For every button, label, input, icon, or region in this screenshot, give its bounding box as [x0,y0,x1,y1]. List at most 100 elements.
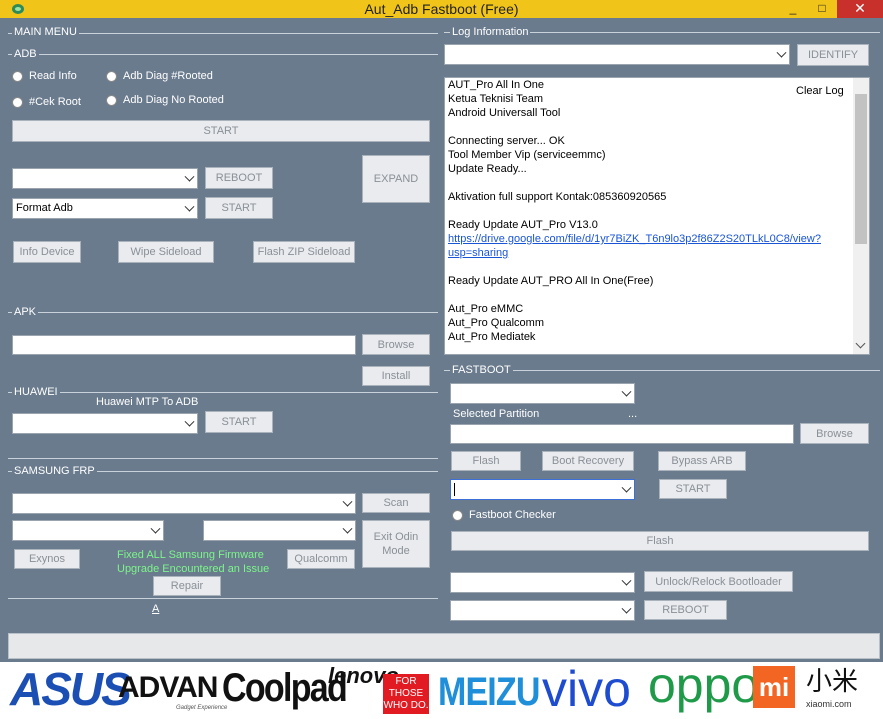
log-line: Update Ready... [448,163,527,175]
mi-logo: mi [753,666,795,708]
adb-format-select[interactable]: Format Adb [12,198,198,219]
fastboot-command-select[interactable] [450,479,635,500]
samsung-mode-select[interactable] [203,520,356,541]
exynos-button[interactable]: Exynos [14,549,80,569]
fastboot-reboot-button[interactable]: REBOOT [644,600,727,620]
window-title: Aut_Adb Fastboot (Free) [364,1,519,17]
minimize-button[interactable]: _ [780,0,806,18]
fastboot-flash-button[interactable]: Flash [451,451,521,471]
log-label: Log Information [450,26,531,38]
advan-tagline: Gadget Experience [176,705,228,711]
qualcomm-button[interactable]: Qualcomm [287,549,355,569]
partition-select[interactable] [450,383,635,404]
log-line: Ready Update AUT_PRO All In One(Free) [448,275,654,287]
chevron-down-icon [621,603,632,614]
fastboot-label: FASTBOOT [450,364,513,376]
log-text-area[interactable]: AUT_Pro All In One Ketua Teknisi Team And… [444,77,870,355]
adb-command-select[interactable] [12,168,198,189]
radio-dot[interactable] [12,70,23,82]
chevron-down-icon [184,416,195,427]
adb-start2-button[interactable]: START [205,197,273,219]
samsung-note-2: Upgrade Encountered an Issue [117,563,270,575]
radio-dot[interactable] [106,70,117,82]
huawei-bottom-line [8,458,438,459]
log-line: Android Universall Tool [448,107,561,119]
apk-path-input[interactable] [12,335,356,355]
wipe-sideload-button[interactable]: Wipe Sideload [118,241,214,263]
radio-adb-diag-no-rooted[interactable]: Adb Diag No Rooted [106,94,224,106]
radio-dot[interactable] [452,509,463,521]
chevron-down-icon [342,523,353,534]
scroll-down-icon[interactable] [855,338,866,349]
exit-odin-mode-button[interactable]: Exit Odin Mode [362,520,430,568]
samsung-note-1: Fixed ALL Samsung Firmware [117,549,264,561]
radio-cek-root[interactable]: #Cek Root [12,96,81,108]
repair-button[interactable]: Repair [153,576,221,596]
fastboot-browse-button[interactable]: Browse [800,423,869,444]
info-device-button[interactable]: Info Device [13,241,81,263]
clear-log-button[interactable]: Clear Log [796,85,844,97]
xiaomi-chinese-logo: 小米 [806,666,859,696]
oppo-logo: oppo [648,657,760,713]
huawei-group [8,392,438,393]
advan-logo: ADVAN [118,671,218,704]
radio-fastboot-checker[interactable]: Fastboot Checker [452,509,556,521]
bootloader-select[interactable] [450,572,635,593]
samsung-label: SAMSUNG FRP [12,465,97,477]
apk-label: APK [12,306,39,318]
huawei-subtitle: Huawei MTP To ADB [96,396,199,408]
link-a[interactable]: A [152,603,159,615]
title-bar: Aut_Adb Fastboot (Free) _ □ ✕ [0,0,883,18]
chevron-down-icon [150,523,161,534]
log-line: Ready Update AUT_Pro V13.0 [448,219,598,231]
apk-browse-button[interactable]: Browse [362,334,430,355]
asus-logo: ASUS [10,663,132,715]
fastboot-flash2-button[interactable]: Flash [451,531,869,551]
apk-group [8,312,438,313]
huawei-select[interactable] [12,413,198,434]
vivo-logo: vivo [542,661,631,717]
chevron-down-icon [776,47,787,58]
radio-dot[interactable] [12,96,23,108]
bypass-arb-button[interactable]: Bypass ARB [658,451,746,471]
log-line[interactable]: https://drive.google.com/file/d/1yr7BiZK… [445,232,869,246]
radio-adb-diag-rooted[interactable]: Adb Diag #Rooted [106,70,213,82]
log-line: Aut_Pro eMMC [448,303,524,315]
fastboot-file-input[interactable] [450,424,794,444]
adb-label: ADB [12,48,39,60]
close-button[interactable]: ✕ [837,0,883,18]
adb-reboot-button[interactable]: REBOOT [205,167,273,189]
samsung-model-select[interactable] [12,493,356,514]
scroll-thumb[interactable] [855,94,867,244]
chevron-down-icon [621,386,632,397]
huawei-label: HUAWEI [12,386,60,398]
expand-button[interactable]: EXPAND [362,155,430,203]
meizu-logo: MEIZU [438,670,540,714]
apk-install-button[interactable]: Install [362,366,430,386]
reboot-mode-select[interactable] [450,600,635,621]
device-select[interactable] [444,44,790,65]
radio-dot[interactable] [106,94,117,106]
chevron-down-icon [342,496,353,507]
unlock-bootloader-button[interactable]: Unlock/Relock Bootloader [644,571,793,592]
radio-read-info[interactable]: Read Info [12,70,77,82]
xiaomi-url: xiaomi.com [806,699,852,709]
fastboot-start-button[interactable]: START [659,479,727,499]
boot-recovery-button[interactable]: Boot Recovery [542,451,634,471]
chevron-down-icon [621,575,632,586]
samsung-scan-button[interactable]: Scan [362,493,430,513]
adb-start-button[interactable]: START [12,120,430,142]
identify-button[interactable]: IDENTIFY [797,44,869,66]
log-scrollbar[interactable] [853,78,869,354]
main-menu-label: MAIN MENU [12,26,79,38]
huawei-start-button[interactable]: START [205,411,273,433]
flash-zip-sideload-button[interactable]: Flash ZIP Sideload [253,241,355,263]
samsung-port-select[interactable] [12,520,164,541]
maximize-button[interactable]: □ [808,0,836,18]
log-line[interactable]: usp=sharing [445,246,869,260]
lenovo-tagline: FOR THOSE WHO DO. [383,674,429,714]
log-line: Tool Member Vip (serviceemmc) [448,149,606,161]
